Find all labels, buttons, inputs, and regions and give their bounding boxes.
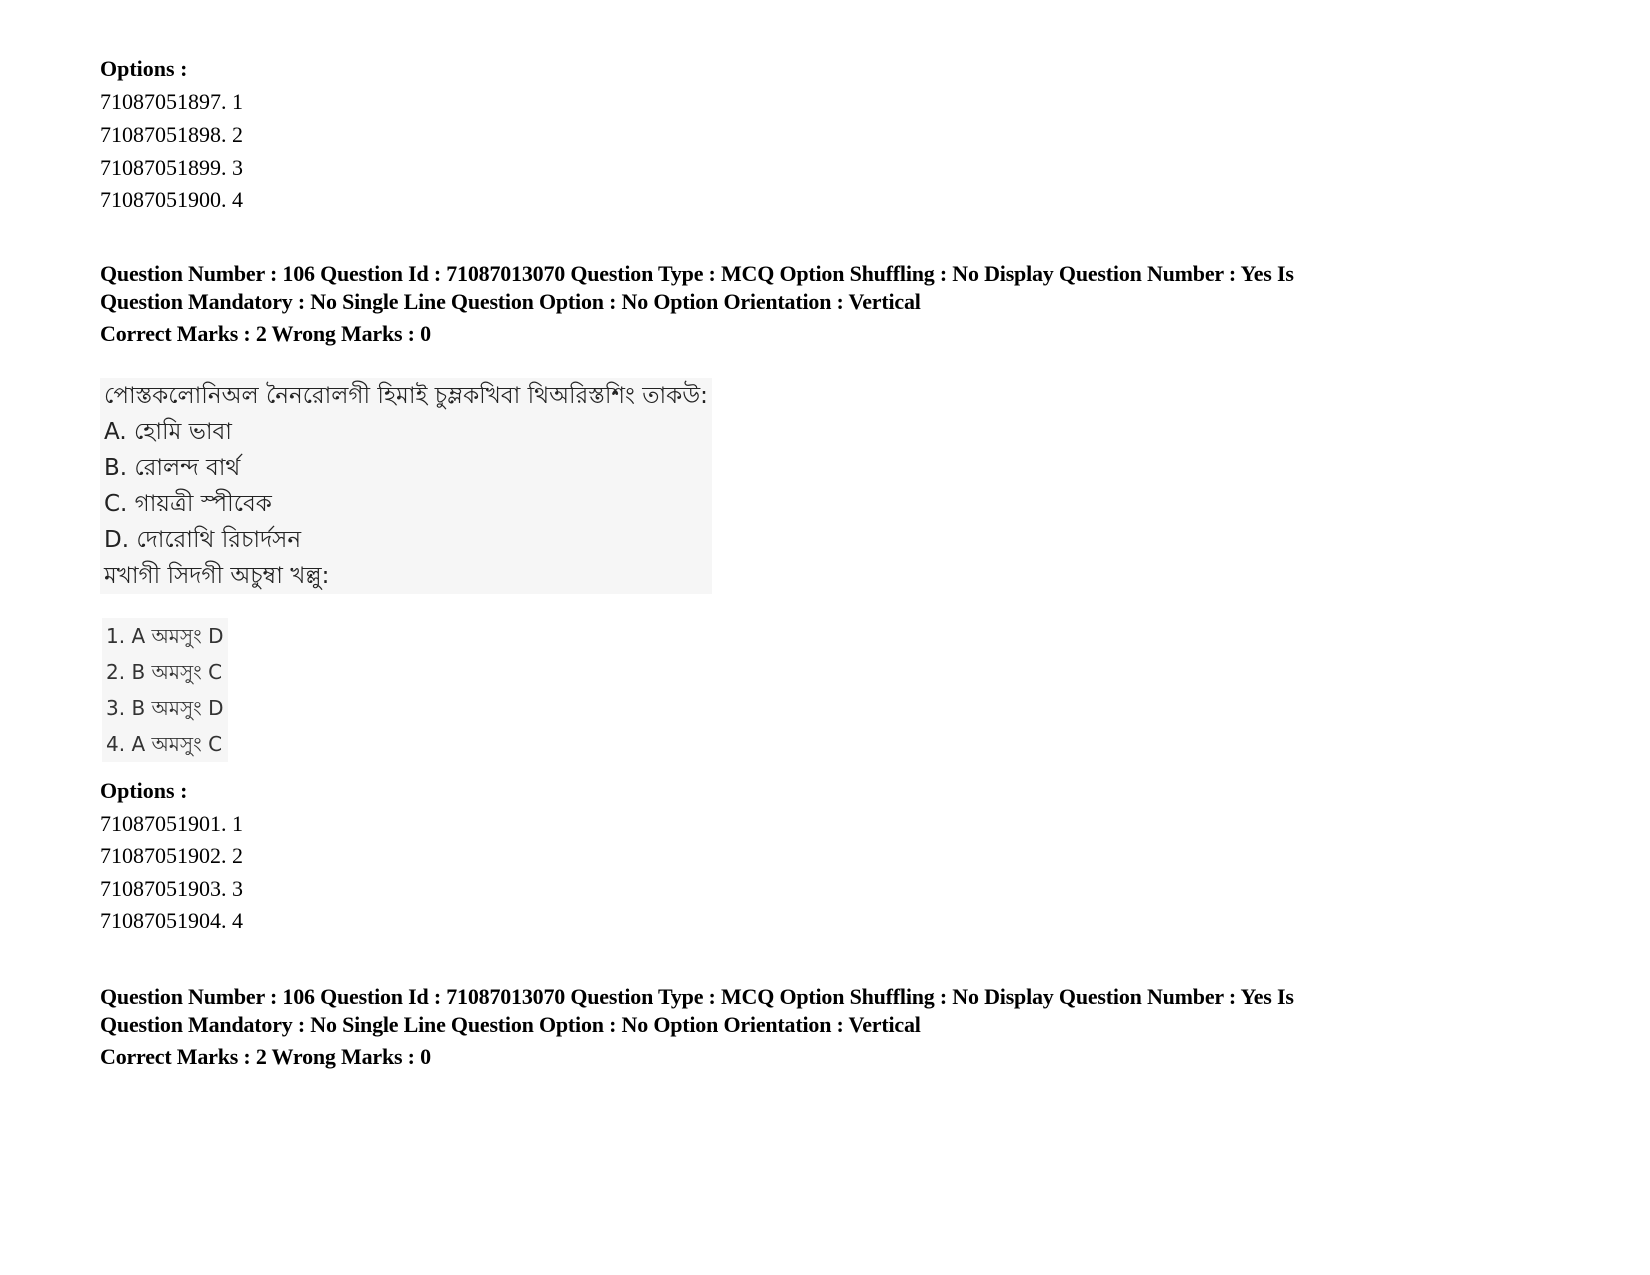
question-marks: Correct Marks : 2 Wrong Marks : 0 — [100, 321, 431, 346]
choice-4: 4. A অমসুং C — [106, 732, 223, 756]
choice-1: 1. A অমসুং D — [106, 624, 224, 648]
question-instruction: মখাগী সিদগী অচুম্বা খল্লু: — [104, 563, 330, 589]
option-item: 71087051901. 1 — [100, 811, 243, 836]
option-item: 71087051900. 4 — [100, 187, 243, 212]
option-item: 71087051904. 4 — [100, 908, 243, 933]
question-meta-line-2: Question Mandatory : No Single Line Ques… — [100, 1012, 921, 1037]
question-text-image: পোস্তকলোনিঅল নৈনরোলগী হিমাই চুম্লকখিবা থ… — [100, 378, 712, 594]
option-item: 71087051903. 3 — [100, 876, 243, 901]
options-title: Options : — [100, 778, 188, 803]
question-marks: Correct Marks : 2 Wrong Marks : 0 — [100, 1044, 431, 1069]
question-text: পোস্তকলোনিঅল নৈনরোলগী হিমাই চুম্লকখিবা থ… — [104, 383, 708, 409]
question-item-d: D. দোরোথি রিচার্দসন — [104, 527, 302, 553]
question-meta-line-1: Question Number : 106 Question Id : 7108… — [100, 261, 1294, 286]
question-header: Question Number : 106 Question Id : 7108… — [100, 260, 1294, 348]
question-item-b: B. রোলন্দ বার্থ — [104, 455, 241, 481]
choices-image: 1. A অমসুং D 2. B অমসুং C 3. B অমসুং D 4… — [102, 618, 228, 762]
question-header: Question Number : 106 Question Id : 7108… — [100, 983, 1294, 1071]
question-item-c: C. গায়ত্রী স্পীবেক — [104, 491, 272, 517]
choice-3: 3. B অমসুং D — [106, 696, 224, 720]
question-meta-line-2: Question Mandatory : No Single Line Ques… — [100, 289, 921, 314]
option-item: 71087051899. 3 — [100, 155, 243, 180]
option-item: 71087051902. 2 — [100, 843, 243, 868]
question-item-a: A. হোমি ভাবা — [104, 419, 232, 445]
choice-2: 2. B অমসুং C — [106, 660, 223, 684]
option-item: 71087051898. 2 — [100, 122, 243, 147]
options-title: Options : — [100, 56, 188, 81]
question-meta-line-1: Question Number : 106 Question Id : 7108… — [100, 984, 1294, 1009]
option-item: 71087051897. 1 — [100, 89, 243, 114]
